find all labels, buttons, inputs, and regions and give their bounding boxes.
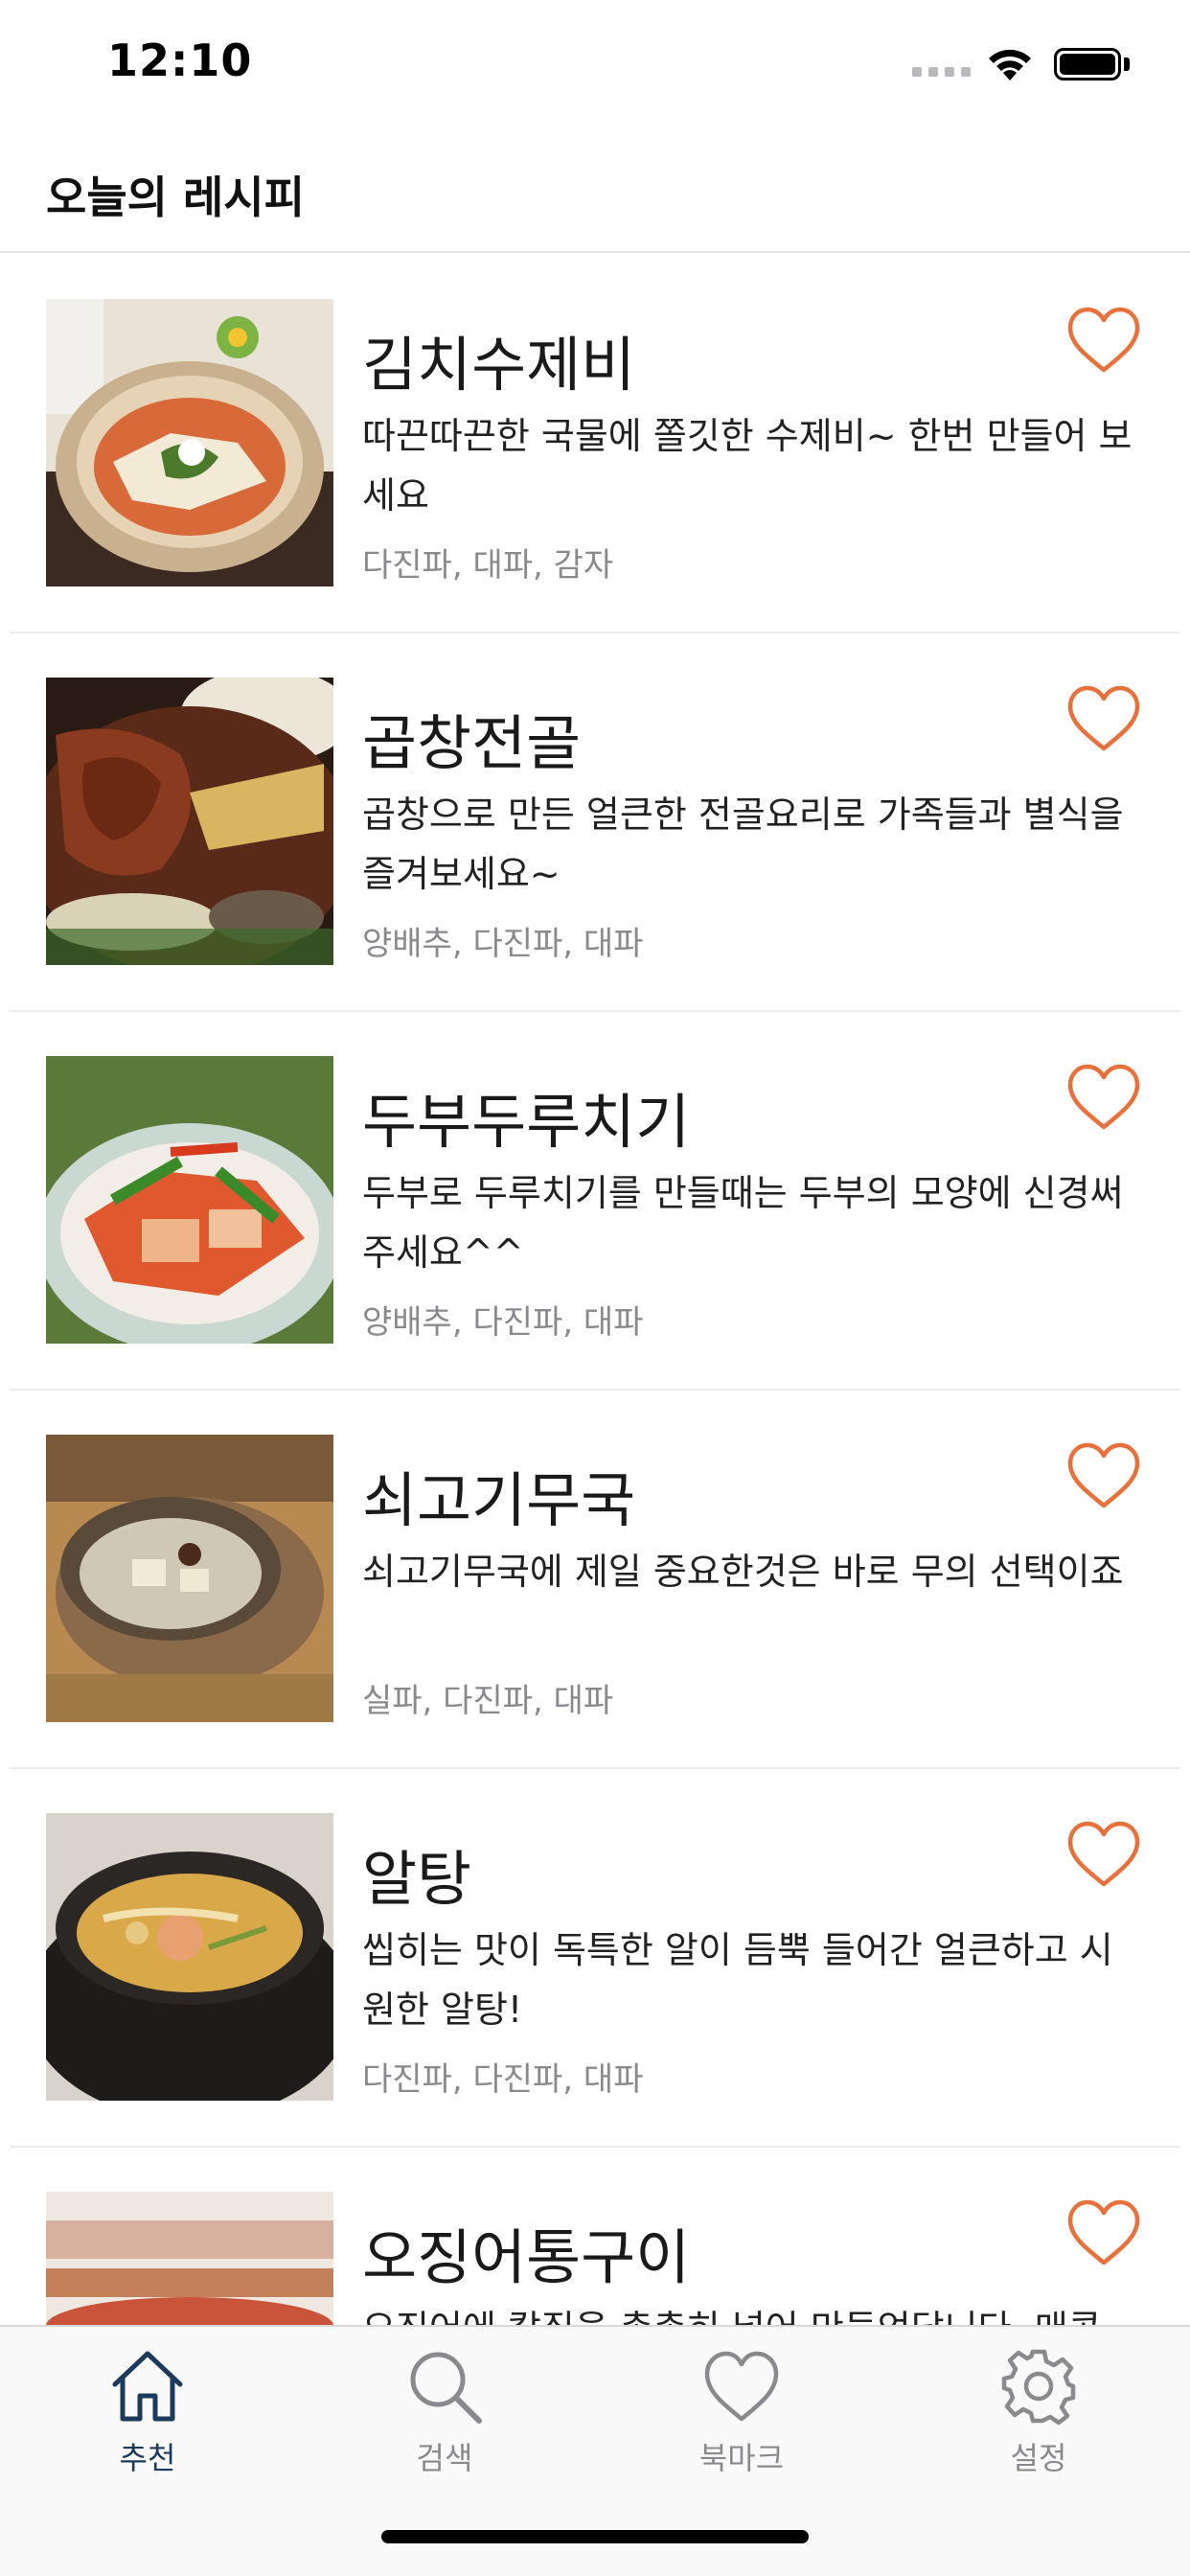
tab-search[interactable]: 검색 — [358, 2346, 531, 2490]
cellular-signal-icon — [912, 67, 971, 77]
recipe-list[interactable]: 김치수제비 따끈따끈한 국물에 쫄깃한 수제비~ 한번 만들어 보세요 다진파,… — [0, 255, 1190, 2325]
battery-cap — [1124, 58, 1130, 71]
recipe-row[interactable]: 알탕 씹히는 맛이 독특한 알이 듬뿍 들어간 얼큰하고 시원한 알탕! 다진파… — [0, 1769, 1190, 2148]
heart-outline-icon — [1067, 1821, 1140, 1887]
heart-outline-icon — [1067, 685, 1140, 751]
recipe-description: 두부로 두루치기를 만들때는 두부의 모양에 신경써 주세요^^ — [362, 1172, 1124, 1274]
bookmark-heart-button[interactable] — [1065, 683, 1142, 754]
gear-icon — [1001, 2349, 1076, 2426]
status-bar: 12:10 — [0, 0, 1190, 126]
kimchi-sujebi-image — [46, 299, 333, 586]
dubu-duruchigi-image — [46, 1056, 333, 1344]
recipe-description: 곱창으로 만든 얼큰한 전골요리로 가족들과 별식을 즐겨보세요~ — [362, 794, 1124, 895]
recipe-ingredients: 다진파, 대파, 감자 — [362, 546, 614, 585]
recipe-row[interactable]: 김치수제비 따끈따끈한 국물에 쫄깃한 수제비~ 한번 만들어 보세요 다진파,… — [0, 255, 1190, 633]
heart-outline-icon — [1067, 307, 1140, 373]
magnifier-icon — [410, 2352, 482, 2424]
tab-label: 추천 — [119, 2440, 176, 2476]
wifi-icon — [989, 49, 1031, 80]
heart-icon — [704, 2351, 779, 2422]
home-indicator — [381, 2530, 809, 2543]
recipe-row[interactable]: 곱창전골 곱창으로 만든 얼큰한 전골요리로 가족들과 별식을 즐겨보세요~ 양… — [0, 633, 1190, 1012]
heart-outline-icon — [1067, 2199, 1140, 2266]
bookmark-heart-button[interactable] — [1065, 1440, 1142, 1511]
recipe-thumbnail[interactable] — [46, 1056, 333, 1344]
navigation-bar: 오늘의 레시피 — [0, 126, 1190, 253]
heart-outline-icon — [1067, 1064, 1140, 1130]
recipe-thumbnail[interactable] — [46, 678, 333, 965]
gopchang-jeongol-image — [46, 678, 333, 965]
recipe-thumbnail[interactable] — [46, 2192, 333, 2325]
tab-label: 검색 — [416, 2440, 473, 2476]
bookmark-heart-button[interactable] — [1065, 1819, 1142, 1890]
soegogi-muguk-image — [46, 1435, 333, 1722]
recipe-thumbnail[interactable] — [46, 299, 333, 586]
recipe-description: 오징어에 칼집을 촘촘히 넣어 만들었답니다. 매콤 — [362, 2299, 1138, 2325]
recipe-thumbnail[interactable] — [46, 1435, 333, 1722]
recipe-row[interactable]: 두부두루치기 두부로 두루치기를 만들때는 두부의 모양에 신경써 주세요^^ … — [0, 1012, 1190, 1391]
tab-label: 설정 — [1010, 2440, 1067, 2476]
recipe-ingredients: 다진파, 다진파, 대파 — [362, 2060, 644, 2099]
recipe-title: 오징어통구이 — [362, 2222, 691, 2292]
recipe-title: 곱창전골 — [362, 708, 582, 778]
heart-outline-icon — [1067, 1442, 1140, 1508]
recipe-thumbnail[interactable] — [46, 1813, 333, 2101]
ojingeo-tonggui-image — [46, 2192, 333, 2325]
altang-image — [46, 1813, 333, 2101]
recipe-ingredients: 실파, 다진파, 대파 — [362, 1682, 614, 1720]
bookmark-heart-button[interactable] — [1065, 2197, 1142, 2268]
recipe-title: 김치수제비 — [362, 330, 636, 400]
tab-label: 북마크 — [698, 2440, 785, 2476]
recipe-description: 쇠고기무국에 제일 중요한것은 바로 무의 선택이죠 — [362, 1551, 1124, 1593]
recipe-row[interactable]: 쇠고기무국 쇠고기무국에 제일 중요한것은 바로 무의 선택이죠 실파, 다진파… — [0, 1391, 1190, 1769]
status-time: 12:10 — [107, 34, 253, 86]
recipe-ingredients: 양배추, 다진파, 대파 — [362, 1303, 644, 1342]
battery-icon — [1054, 48, 1121, 80]
recipe-description: 따끈따끈한 국물에 쫄깃한 수제비~ 한번 만들어 보세요 — [362, 415, 1133, 517]
bookmark-heart-button[interactable] — [1065, 1062, 1142, 1133]
tab-recommend[interactable]: 추천 — [61, 2346, 234, 2490]
recipe-description: 씹히는 맛이 독특한 알이 듬뿍 들어간 얼큰하고 시원한 알탕! — [362, 1929, 1113, 2031]
recipe-title: 쇠고기무국 — [362, 1465, 636, 1535]
recipe-title: 두부두루치기 — [362, 1087, 691, 1157]
bookmark-heart-button[interactable] — [1065, 305, 1142, 376]
house-icon — [112, 2351, 183, 2422]
page-title: 오늘의 레시피 — [46, 172, 305, 223]
tab-bookmark[interactable]: 북마크 — [655, 2346, 828, 2490]
tab-settings[interactable]: 설정 — [952, 2346, 1125, 2490]
recipe-title: 알탕 — [362, 1844, 472, 1914]
recipe-row[interactable]: 오징어통구이 오징어에 칼집을 촘촘히 넣어 만들었답니다. 매콤 — [0, 2148, 1190, 2325]
recipe-ingredients: 양배추, 다진파, 대파 — [362, 925, 644, 963]
